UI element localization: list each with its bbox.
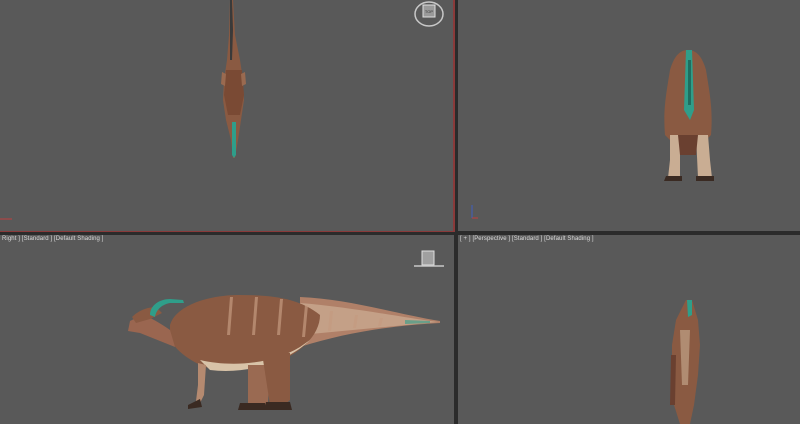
top-view-canvas [0, 0, 246, 220]
dinosaur-front-view[interactable] [664, 50, 714, 181]
dinosaur-side-view[interactable] [128, 295, 440, 410]
viewcube-top-label: TOP [425, 9, 433, 14]
viewport-right[interactable]: Right ] [Standard ] [Default Shading ] [0, 235, 454, 424]
viewport-front[interactable] [458, 0, 800, 231]
dinosaur-top-view[interactable] [221, 0, 246, 158]
viewport-separator-horizontal[interactable] [0, 231, 455, 232]
right-view-canvas [128, 295, 440, 410]
viewcube-face-icon [421, 250, 435, 266]
viewcube-right[interactable] [414, 249, 444, 271]
front-view-canvas [471, 50, 714, 219]
viewport-perspective[interactable]: [ + ] [Perspective ] [Standard ] [Defaul… [458, 235, 800, 424]
perspective-view-canvas [670, 300, 700, 424]
viewport-separator-vertical[interactable] [453, 0, 455, 231]
dinosaur-perspective-view[interactable] [670, 300, 700, 424]
viewport-top[interactable]: TOP [0, 0, 454, 231]
viewcube[interactable]: TOP [413, 0, 445, 28]
